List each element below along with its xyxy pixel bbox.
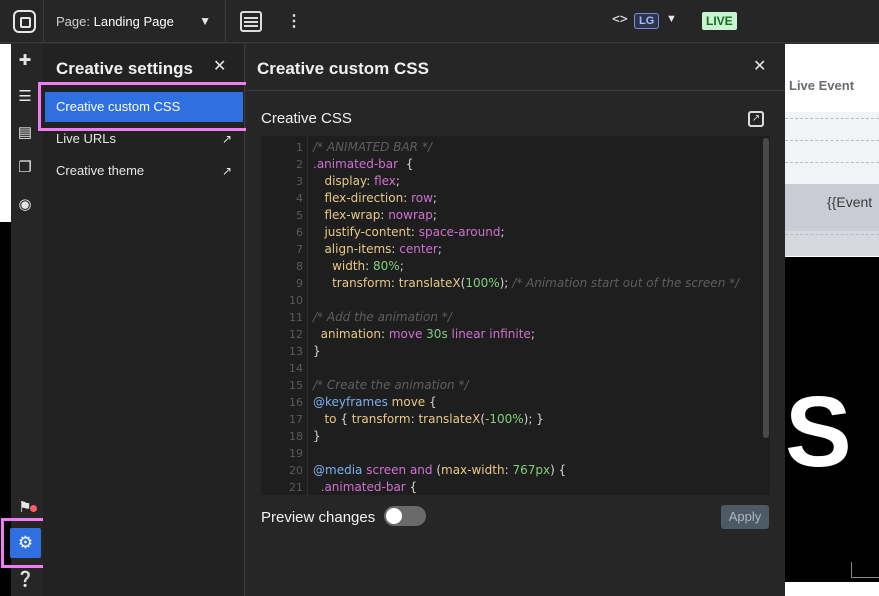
nav-item-label: Live URLs [56, 131, 116, 146]
sections-icon[interactable]: ▤ [16, 124, 34, 142]
editor-scrollbar-thumb[interactable] [763, 138, 769, 438]
css-code-editor[interactable]: 1/* ANIMATED BAR */ 2 .animated-bar { 3 d… [261, 136, 770, 495]
popout-icon[interactable]: ↗ [748, 111, 764, 127]
nav-item-creative-theme[interactable]: Creative theme ↗ [45, 156, 243, 186]
preview-dashed-line [785, 140, 879, 141]
more-options-icon[interactable]: ⋮ [286, 11, 302, 33]
top-bar: Page: Landing Page ▼ ⋮ <> LG ▼ LIVE [0, 0, 879, 43]
toggle-knob [386, 508, 402, 524]
custom-css-panel: Creative custom CSS ✕ Creative CSS ↗ 1/*… [246, 44, 785, 596]
shop-bag-icon[interactable]: ◉ [16, 196, 34, 214]
breakpoint-badge[interactable]: LG [634, 13, 660, 29]
preview-big-letter: S [785, 376, 852, 488]
editor-label: Creative CSS [261, 110, 352, 127]
preview-band [785, 112, 879, 184]
editor-scrollbar[interactable] [762, 136, 770, 495]
css-panel-header: Creative custom CSS ✕ [246, 44, 785, 91]
apply-button[interactable]: Apply [721, 505, 769, 529]
preview-corner-mark [851, 562, 879, 578]
preview-event-title: Live Event [789, 78, 855, 93]
page-selector[interactable]: Page: Landing Page ▼ [43, 0, 226, 43]
preview-changes-label: Preview changes [261, 509, 376, 526]
settings-title: Creative settings [56, 59, 193, 78]
layers-icon[interactable]: ☰ [16, 88, 34, 106]
preview-template-text: {{Event [827, 194, 873, 210]
live-status-badge: LIVE [702, 12, 737, 30]
gear-icon[interactable]: ⚙ [10, 528, 41, 558]
help-icon[interactable]: ❔ [16, 571, 35, 589]
breakpoint-chevron-down-icon[interactable]: ▼ [666, 13, 677, 25]
css-panel-close-icon[interactable]: ✕ [753, 56, 766, 76]
page-preview-canvas[interactable]: Live Event {{Event S [785, 44, 879, 596]
layout-icon[interactable] [240, 11, 262, 32]
settings-close-icon[interactable]: ✕ [213, 56, 226, 76]
code-icon[interactable]: <> [612, 12, 628, 27]
preview-dashed-line [785, 118, 879, 119]
nav-item-label: Creative theme [56, 163, 145, 178]
external-link-icon: ↗ [221, 164, 232, 178]
preview-dark-section: S [785, 257, 879, 582]
css-panel-title: Creative custom CSS [257, 59, 429, 78]
page-selector-value: Landing Page [93, 14, 174, 29]
preview-dashed-line [785, 234, 879, 235]
chevron-down-icon: ▼ [199, 14, 211, 28]
preview-changes-toggle[interactable] [384, 506, 426, 526]
add-icon[interactable]: ✚ [16, 52, 34, 70]
app-logo-icon[interactable] [13, 10, 36, 33]
nav-highlight-frame [38, 82, 250, 131]
notification-dot [30, 505, 37, 512]
preview-dashed-line [785, 162, 879, 163]
page-selector-prefix: Page: [56, 14, 90, 29]
canvas-edge-strip [0, 44, 11, 596]
pages-icon[interactable]: ❐ [16, 159, 34, 177]
